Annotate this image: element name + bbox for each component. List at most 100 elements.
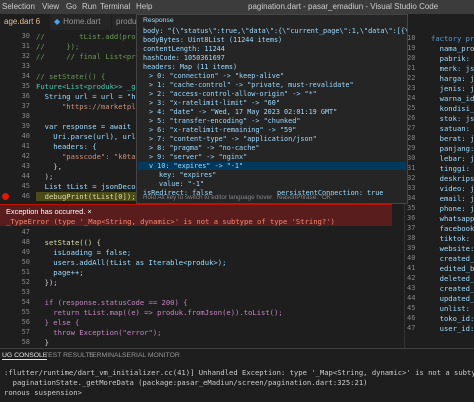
code-line: kondisi_id: j: [439, 104, 474, 113]
menu-go[interactable]: Go: [66, 2, 77, 11]
code-line: List tList = jsonDecode(: [36, 182, 149, 191]
code-line: isLoading = false;: [36, 248, 132, 257]
code-line: phone: json[": [439, 204, 474, 213]
tab-debug-console[interactable]: UG CONSOLE: [2, 352, 48, 360]
line-number: 39: [21, 122, 30, 130]
hover-item[interactable]: contentLength: 11244: [143, 45, 225, 53]
tab-terminal[interactable]: TERMINAL: [88, 352, 122, 359]
line-number: 28: [407, 134, 416, 142]
code-line: video: json[": [439, 184, 474, 193]
line-number: 54: [21, 298, 30, 306]
line-number: 33: [407, 184, 416, 192]
line-number: 39: [407, 244, 416, 252]
code-line: );: [36, 172, 54, 181]
code-line: // });: [36, 42, 80, 51]
menu-run[interactable]: Run: [82, 2, 97, 11]
code-line: stok: json["s: [439, 114, 474, 123]
code-line: merk: json["m: [439, 64, 474, 73]
hover-item-selected[interactable]: v 10: "expires" -> "-1": [138, 162, 406, 170]
hover-item[interactable]: value: "-1": [159, 180, 204, 188]
line-number: 33: [21, 62, 30, 70]
line-number: 29: [407, 144, 416, 152]
line-number: 56: [21, 318, 30, 326]
code-line: Future<List<produk>> _getM: [36, 82, 149, 91]
hover-item[interactable]: > 3: "x-ratelimit-limit" -> "60": [149, 99, 280, 107]
code-line: return tList.map((e) => produk.fromJson(…: [36, 308, 283, 317]
code-line: nama_produk: j: [439, 44, 474, 53]
debug-console[interactable]: :flutter/runtime/dart_vm_initializer.cc(…: [0, 362, 474, 402]
line-number: 46: [21, 192, 30, 200]
line-number: 36: [21, 92, 30, 100]
line-number: 21: [407, 64, 416, 72]
code-line: deleted_by: j: [439, 274, 474, 283]
code-line: lebar: json[": [439, 154, 474, 163]
code-line: });: [36, 278, 58, 287]
hover-item[interactable]: > 6: "x-ratelimit-remaining" -> "59": [149, 126, 296, 134]
hover-item[interactable]: > 0: "connection" -> "keep-alive": [149, 72, 284, 80]
tab-label: age.dart 6: [4, 17, 41, 26]
line-number: 38: [21, 112, 30, 120]
line-number: 41: [407, 264, 416, 272]
hover-item[interactable]: > 7: "content-type" -> "application/json…: [149, 135, 317, 143]
hover-item[interactable]: reasonPhrase: "OK": [277, 194, 333, 201]
line-number: 37: [407, 224, 416, 232]
line-number-gutter: 30 31 32 33 34 35 36 37 38 39 40 41 42 4…: [0, 30, 34, 348]
code-line: factory produk.fro: [431, 34, 474, 43]
menu-terminal[interactable]: Terminal: [100, 2, 130, 11]
menu-view[interactable]: View: [42, 2, 59, 11]
line-number: 58: [21, 338, 30, 346]
code-line: updated_at: j: [439, 294, 474, 303]
line-number: 25: [407, 104, 416, 112]
secondary-editor[interactable]: factory produk.fro nama_produk: j pabrik…: [404, 14, 474, 348]
line-number: 44: [407, 294, 416, 302]
code-line: user_id: json: [439, 324, 474, 333]
code-line: panjang: json: [439, 144, 474, 153]
line-number: 34: [21, 72, 30, 80]
panel-tab-bar: UG CONSOLE TEST RESULTS TERMINAL SERIAL …: [0, 348, 474, 362]
debug-hover-widget[interactable]: Response body: "{\"status\":true,\"data\…: [136, 14, 408, 204]
hover-item[interactable]: headers: Map (11 items): [143, 63, 237, 71]
menu-selection[interactable]: Selection: [2, 2, 35, 11]
tab-test-results[interactable]: TEST RESULTS: [44, 352, 94, 359]
line-number: 35: [407, 204, 416, 212]
line-number: 36: [407, 214, 416, 222]
hover-hint: Hold Alt key to switch to editor languag…: [143, 194, 273, 201]
line-number: 22: [407, 74, 416, 82]
code-line: tiktok: json[: [439, 234, 470, 243]
line-number: 42: [21, 152, 30, 160]
line-number: 40: [21, 132, 30, 140]
hover-item[interactable]: body: "{\"status\":true,\"data\":{\"curr…: [143, 27, 407, 35]
line-number: 34: [407, 194, 416, 202]
line-number: 24: [407, 94, 416, 102]
hover-item[interactable]: > 8: "pragma" -> "no-cache": [149, 144, 260, 152]
hover-item[interactable]: key: "expires": [159, 171, 216, 179]
code-line: website: json: [439, 244, 474, 253]
hover-item[interactable]: bodyBytes: Uint8List (11244 items): [143, 36, 282, 44]
hover-item[interactable]: hashCode: 1050361697: [143, 54, 225, 62]
menu-help[interactable]: Help: [136, 2, 152, 11]
line-number: 43: [407, 284, 416, 292]
code-line: // setState(() {: [36, 72, 106, 81]
title-bar: Selection View Go Run Terminal Help pagi…: [0, 0, 474, 14]
code-line: String url = url = "http: [36, 92, 149, 101]
hover-item[interactable]: > 4: "date" -> "Wed, 17 May 2023 02:01:1…: [149, 108, 337, 116]
line-number: 40: [407, 254, 416, 262]
code-line: headers: {: [36, 142, 97, 151]
breakpoint-marker[interactable]: [2, 193, 9, 200]
hover-item[interactable]: > 9: "server" -> "nginx": [149, 153, 247, 161]
line-number: 20: [407, 54, 416, 62]
line-number: 45: [21, 182, 30, 190]
hover-item[interactable]: > 2: "access-control-allow-origin" -> "*…: [149, 90, 317, 98]
code-line: jenis: json[": [439, 84, 474, 93]
line-number: 49: [21, 248, 30, 256]
line-number: 38: [407, 234, 416, 242]
line-number: 31: [21, 42, 30, 50]
tab-home[interactable]: ◆ Home.dart: [50, 14, 112, 30]
line-number: 53: [21, 288, 30, 296]
hover-title: Response: [143, 17, 174, 24]
hover-item[interactable]: > 1: "cache-control" -> "private, must-r…: [149, 81, 354, 89]
line-number: 23: [407, 84, 416, 92]
tab-pagination[interactable]: age.dart 6: [0, 14, 50, 30]
hover-item[interactable]: > 5: "transfer-encoding" -> "chunked": [149, 117, 300, 125]
tab-serial-monitor[interactable]: SERIAL MONITOR: [122, 352, 180, 359]
